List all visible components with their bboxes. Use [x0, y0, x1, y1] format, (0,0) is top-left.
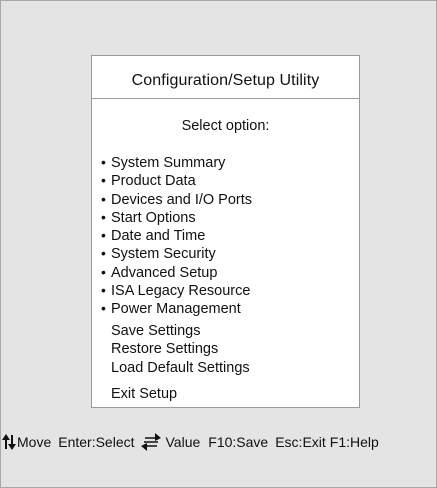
- menu-item-system-security[interactable]: • System Security: [101, 244, 252, 262]
- f1-help-label: F1:Help: [329, 434, 379, 450]
- dialog-title: Configuration/Setup Utility: [131, 72, 320, 89]
- up-down-arrows-icon: [2, 434, 16, 450]
- menu-item-advanced-setup[interactable]: • Advanced Setup: [101, 263, 252, 281]
- exit-setup-item[interactable]: Exit Setup: [111, 385, 177, 403]
- setup-dialog: Configuration/Setup Utility Select optio…: [91, 55, 360, 408]
- title-divider: [92, 98, 359, 99]
- f1-hint: F1:Help: [330, 434, 379, 450]
- menu-item-isa-legacy-resource[interactable]: • ISA Legacy Resource: [101, 281, 252, 299]
- f10-save-label: F10:Save: [208, 434, 269, 450]
- menu-item-label: Date and Time: [111, 228, 206, 245]
- settings-actions: Save Settings Restore Settings Load Defa…: [111, 322, 250, 377]
- value-label: Value: [165, 434, 201, 450]
- bullet-icon: •: [101, 282, 106, 299]
- bullet-icon: •: [101, 208, 106, 225]
- bullet-icon: •: [101, 300, 106, 317]
- menu-item-label: Start Options: [111, 209, 196, 226]
- menu-item-label: System Security: [111, 246, 216, 263]
- menu-item-label: Advanced Setup: [111, 264, 218, 281]
- bullet-icon: •: [101, 154, 106, 170]
- menu-item-system-summary[interactable]: • System Summary: [101, 153, 252, 171]
- menu-item-power-management[interactable]: • Power Management: [101, 299, 252, 317]
- bullet-icon: •: [101, 263, 106, 280]
- bullet-icon: •: [101, 227, 106, 244]
- bullet-icon: •: [101, 245, 106, 262]
- menu-item-devices-io-ports[interactable]: • Devices and I/O Ports: [101, 190, 252, 208]
- f10-hint: F10:Save: [208, 434, 268, 450]
- option-menu: • System Summary • Product Data • Devices a…: [101, 153, 252, 318]
- menu-item-label: System Summary: [111, 155, 226, 171]
- esc-exit-label: Esc:Exit: [275, 434, 326, 450]
- bullet-icon: •: [101, 190, 106, 207]
- menu-item-label: Devices and I/O Ports: [111, 191, 253, 208]
- esc-hint: Esc:Exit: [275, 434, 326, 450]
- menu-item-label: Power Management: [111, 301, 241, 318]
- enter-select-label: Enter:Select: [58, 434, 135, 450]
- menu-item-product-data[interactable]: • Product Data: [101, 171, 252, 189]
- value-change-arrows-icon: [140, 433, 161, 451]
- value-hint: Value: [135, 433, 201, 451]
- save-settings-item[interactable]: Save Settings: [111, 322, 250, 340]
- select-option-prompt: Select option:: [181, 118, 270, 134]
- menu-item-date-time[interactable]: • Date and Time: [101, 226, 252, 244]
- restore-settings-item[interactable]: Restore Settings: [111, 340, 250, 358]
- menu-item-label: ISA Legacy Resource: [111, 283, 251, 300]
- enter-hint: Enter:Select: [58, 434, 134, 450]
- load-default-settings-item[interactable]: Load Default Settings: [111, 359, 250, 377]
- move-hint: Move: [2, 434, 51, 450]
- bullet-icon: •: [101, 172, 106, 189]
- key-help-bar: Move Enter:Select Value F10:Save Esc:Exi…: [2, 432, 379, 452]
- move-label: Move: [17, 434, 52, 450]
- menu-item-start-options[interactable]: • Start Options: [101, 208, 252, 226]
- menu-item-label: Product Data: [111, 173, 196, 190]
